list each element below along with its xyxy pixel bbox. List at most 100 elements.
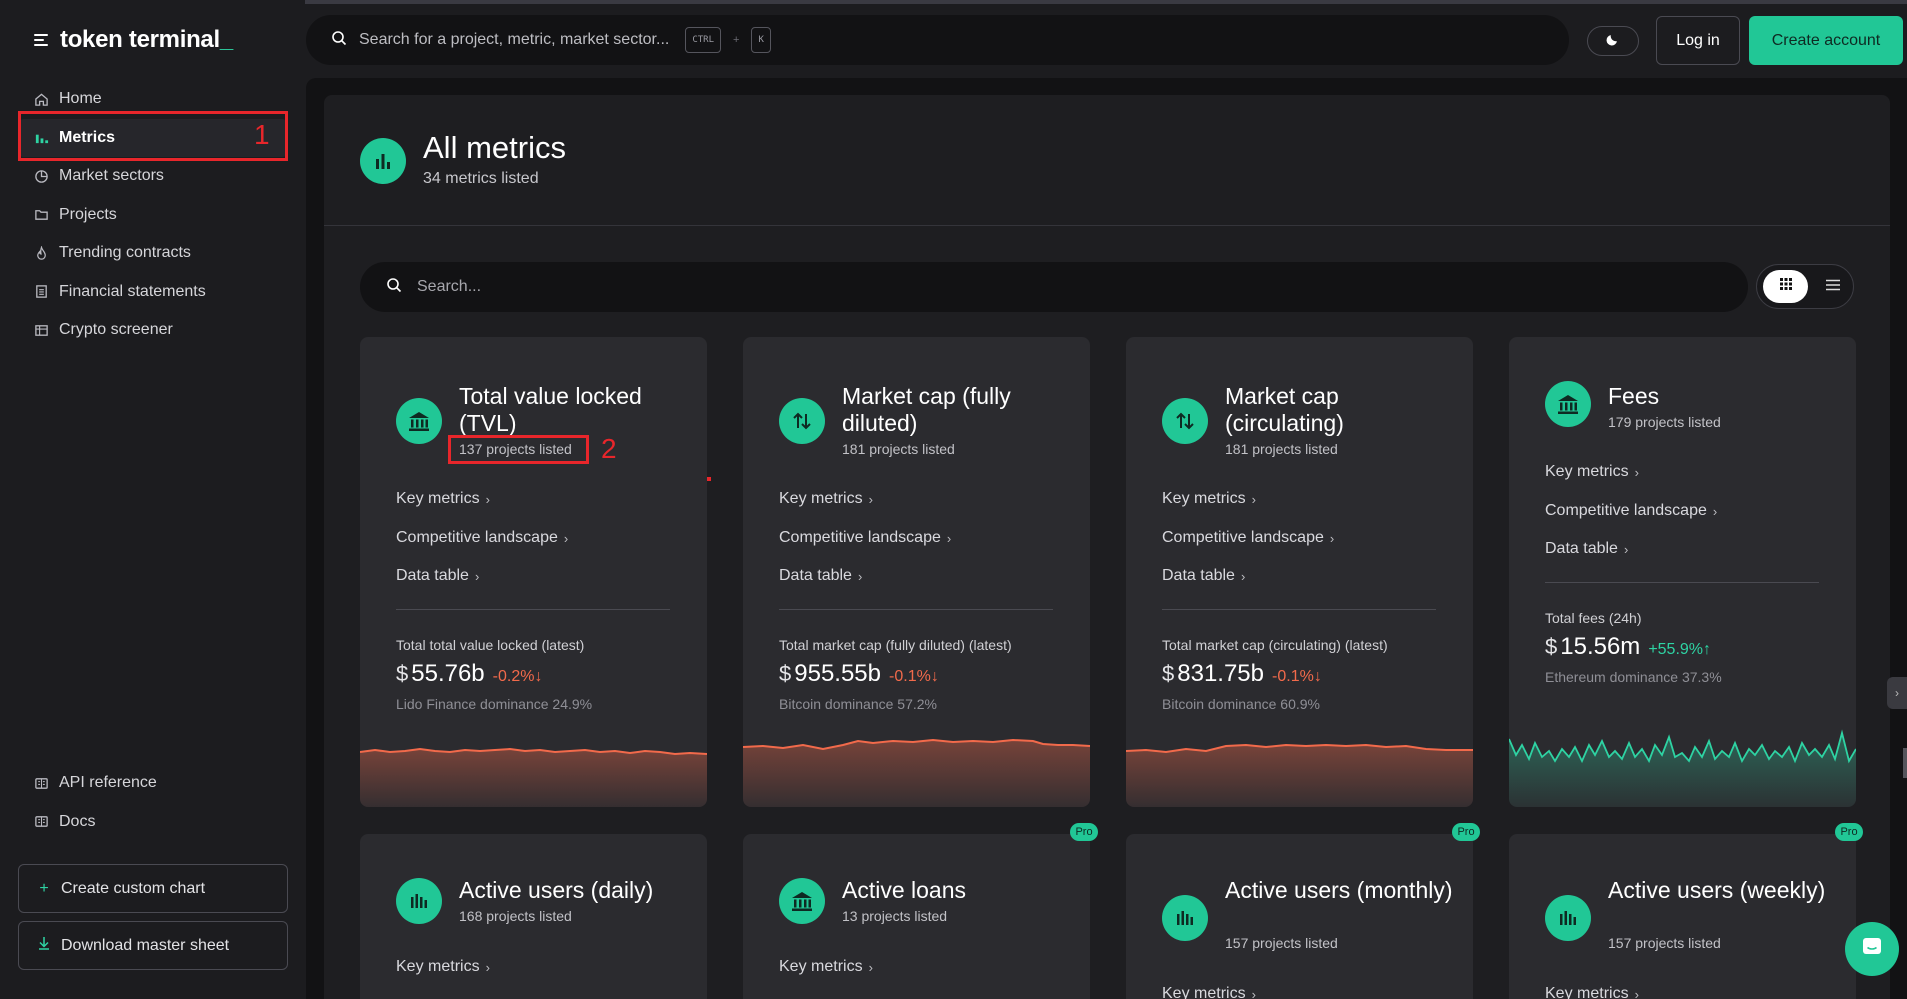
view-toggle: [1756, 264, 1854, 309]
sidebar-item-docs[interactable]: Docs: [18, 803, 288, 842]
key-metrics-link[interactable]: Key metrics ›: [779, 490, 873, 508]
link-label: Key metrics: [1162, 490, 1246, 507]
sparkline-chart: [1509, 729, 1856, 807]
metric-card-title[interactable]: Active users (monthly): [1225, 877, 1460, 904]
side-panel-toggle[interactable]: ›: [1887, 677, 1907, 709]
sidebar-item-projects[interactable]: Projects: [18, 196, 288, 235]
key-metrics-link[interactable]: Key metrics ›: [779, 958, 873, 976]
chevron-right-icon: ›: [868, 959, 873, 975]
dominance-text: Lido Finance dominance 24.9%: [396, 696, 593, 712]
stat-amount: 955.55b: [794, 660, 882, 687]
metric-card-active-users-daily[interactable]: Active users (daily) 168 projects listed…: [360, 834, 707, 999]
hamburger-menu-icon[interactable]: [34, 34, 48, 46]
download-icon: [37, 936, 51, 955]
metric-card-title[interactable]: Total value locked (TVL): [459, 383, 694, 437]
key-metrics-link[interactable]: Key metrics ›: [1162, 490, 1256, 508]
bank-icon: [396, 398, 442, 444]
competitive-landscape-link[interactable]: Competitive landscape ›: [1545, 502, 1717, 520]
chevron-right-icon: ›: [1329, 530, 1335, 546]
stat-label: Total fees (24h): [1545, 610, 1642, 626]
chevron-right-icon: ›: [946, 530, 952, 546]
key-metrics-link[interactable]: Key metrics ›: [396, 958, 490, 976]
key-metrics-link[interactable]: Key metrics ›: [396, 490, 490, 508]
chevron-right-icon: ›: [1634, 464, 1639, 480]
sidebar-item-label: Market sectors: [59, 167, 164, 185]
stat-change: -0.2%↓: [492, 668, 543, 685]
currency-symbol: $: [396, 661, 409, 686]
pro-badge: Pro: [1835, 823, 1863, 841]
table-icon: [34, 323, 49, 338]
sidebar-item-api-reference[interactable]: API reference: [18, 764, 288, 803]
metric-search-input[interactable]: Search...: [360, 262, 1748, 312]
scrollbar-thumb[interactable]: [1903, 748, 1907, 778]
metric-card-title[interactable]: Market cap (fully diluted): [842, 383, 1077, 437]
key-metrics-link[interactable]: Key metrics ›: [1545, 985, 1639, 999]
create-custom-chart-button[interactable]: + Create custom chart: [18, 864, 288, 913]
dominance-text: Bitcoin dominance 60.9%: [1162, 696, 1320, 712]
log-in-button[interactable]: Log in: [1656, 16, 1740, 65]
metric-card-market-cap-circulating[interactable]: Market cap (circulating) 181 projects li…: [1126, 337, 1473, 807]
annotation-box-metrics: [18, 111, 288, 161]
link-label: Key metrics: [396, 958, 480, 975]
chat-icon: [1860, 935, 1884, 964]
metric-search-placeholder: Search...: [417, 278, 482, 295]
grid-view-button[interactable]: [1763, 270, 1808, 303]
data-table-link[interactable]: Data table ›: [779, 567, 862, 585]
stat-change: -0.1%↓: [889, 668, 939, 685]
sidebar-item-label: Financial statements: [59, 282, 206, 300]
metric-card-title[interactable]: Market cap (circulating): [1225, 383, 1460, 437]
competitive-landscape-link[interactable]: Competitive landscape ›: [779, 529, 951, 547]
metric-card-fees[interactable]: Fees 179 projects listed Key metrics › Co…: [1509, 337, 1856, 807]
data-table-link[interactable]: Data table ›: [1162, 567, 1245, 585]
download-master-sheet-button[interactable]: Download master sheet: [18, 921, 288, 970]
metric-card-market-cap-fully-diluted[interactable]: Market cap (fully diluted) 181 projects …: [743, 337, 1090, 807]
brand-logo[interactable]: token terminal_: [60, 26, 233, 54]
link-label: Competitive landscape: [396, 529, 558, 546]
stat-value: $ 955.55b -0.1%↓: [779, 660, 939, 688]
metric-card-subtitle: 157 projects listed: [1608, 935, 1721, 951]
bank-icon: [779, 878, 825, 924]
sidebar-item-label: Projects: [59, 205, 117, 223]
metric-card-active-users-weekly[interactable]: Active users (weekly) 157 projects liste…: [1509, 834, 1856, 999]
sidebar-item-market-sectors[interactable]: Market sectors: [18, 157, 288, 196]
card-divider: [1162, 609, 1436, 610]
stat-change: +55.9%↑: [1648, 641, 1712, 658]
stat-amount: 55.76b: [411, 660, 485, 687]
metric-card-title[interactable]: Active users (daily): [459, 877, 694, 904]
theme-toggle-button[interactable]: [1587, 26, 1639, 56]
search-icon: [331, 30, 347, 51]
link-label: Competitive landscape: [779, 529, 941, 546]
stat-value: $ 15.56m +55.9%↑: [1545, 633, 1711, 661]
metric-card-active-loans[interactable]: Active loans 13 projects listed Key metr…: [743, 834, 1090, 999]
sidebar-item-financial-statements[interactable]: Financial statements: [18, 273, 288, 312]
sidebar-item-label: Trending contracts: [59, 244, 191, 262]
sparkline-chart: [743, 738, 1090, 807]
create-account-button[interactable]: Create account: [1749, 16, 1903, 65]
data-table-link[interactable]: Data table ›: [1545, 540, 1628, 558]
list-view-button[interactable]: [1815, 270, 1850, 303]
sidebar-item-trending-contracts[interactable]: Trending contracts: [18, 234, 288, 273]
metric-card-active-users-monthly[interactable]: Active users (monthly) 157 projects list…: [1126, 834, 1473, 999]
competitive-landscape-link[interactable]: Competitive landscape ›: [1162, 529, 1334, 547]
metric-card-tvl[interactable]: Total value locked (TVL) 137 projects li…: [360, 337, 707, 807]
metric-card-title[interactable]: Active loans: [842, 877, 1077, 904]
competitive-landscape-link[interactable]: Competitive landscape ›: [396, 529, 568, 547]
list-icon: [1825, 278, 1841, 296]
data-table-link[interactable]: Data table ›: [396, 567, 479, 585]
book-icon: [34, 776, 49, 791]
metric-card-title[interactable]: Active users (weekly): [1608, 877, 1843, 904]
link-label: Key metrics: [1545, 985, 1629, 999]
bars-icon: [1162, 895, 1208, 941]
sidebar-item-label: API reference: [59, 774, 157, 792]
sidebar-item-crypto-screener[interactable]: Crypto screener: [18, 311, 288, 350]
document-icon: [34, 284, 49, 299]
chat-support-button[interactable]: [1845, 922, 1899, 976]
metric-card-subtitle: 168 projects listed: [459, 908, 572, 924]
brand[interactable]: token terminal_: [34, 26, 233, 54]
key-metrics-link[interactable]: Key metrics ›: [1162, 985, 1256, 999]
metric-card-title[interactable]: Fees: [1608, 383, 1843, 410]
sparkline-chart: [1126, 743, 1473, 807]
key-metrics-link[interactable]: Key metrics ›: [1545, 463, 1639, 481]
global-search-input[interactable]: Search for a project, metric, market sec…: [306, 15, 1569, 65]
metric-card-subtitle: 179 projects listed: [1608, 414, 1721, 430]
